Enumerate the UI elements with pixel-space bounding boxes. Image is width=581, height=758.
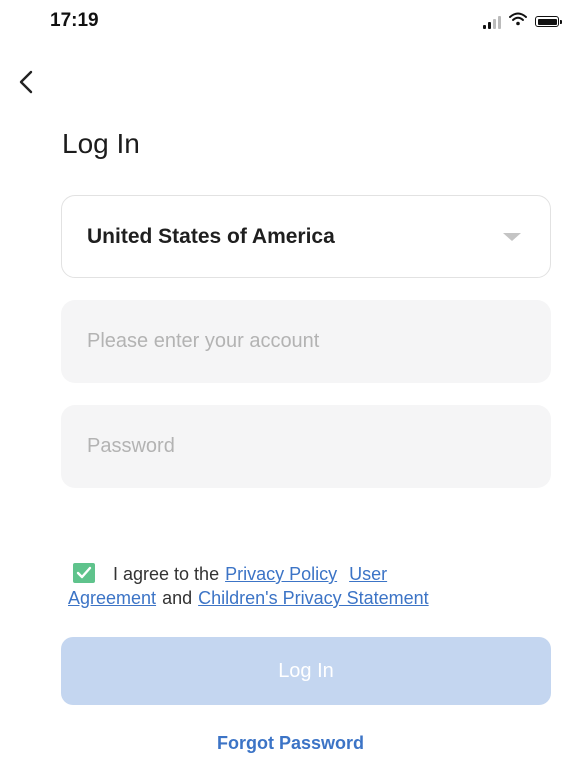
- childrens-privacy-link[interactable]: Children's Privacy Statement: [198, 588, 429, 608]
- password-input[interactable]: [61, 405, 551, 488]
- user-agreement-link-part1[interactable]: User: [349, 564, 387, 584]
- agreement-prefix: I agree to the: [113, 564, 220, 584]
- wifi-icon: [509, 12, 527, 31]
- status-bar: 17:19: [0, 0, 581, 44]
- chevron-left-icon: [19, 70, 33, 94]
- login-screen: 17:19 Log In United States of America Pl…: [0, 0, 581, 758]
- privacy-policy-link[interactable]: Privacy Policy: [225, 564, 337, 584]
- country-selected-value: United States of America: [87, 224, 335, 248]
- user-agreement-link-part2[interactable]: Agreement: [68, 588, 156, 608]
- status-time: 17:19: [50, 10, 99, 31]
- checkmark-icon: [76, 566, 92, 579]
- agreement-checkbox[interactable]: [73, 563, 95, 583]
- page-title: Log In: [62, 128, 140, 159]
- signal-icon: [483, 15, 501, 29]
- agreement-conjunction: and: [162, 588, 193, 608]
- status-icons: [483, 12, 562, 31]
- agreement-text: I agree to the Privacy Policy User Agreemen…: [68, 562, 548, 610]
- login-button[interactable]: Log In: [61, 637, 551, 705]
- forgot-password-link[interactable]: Forgot Password: [0, 733, 581, 754]
- back-button[interactable]: [4, 60, 48, 104]
- account-input[interactable]: [61, 300, 551, 383]
- battery-icon: [535, 16, 562, 27]
- country-select[interactable]: United States of America: [61, 195, 551, 278]
- caret-down-icon: [503, 232, 521, 241]
